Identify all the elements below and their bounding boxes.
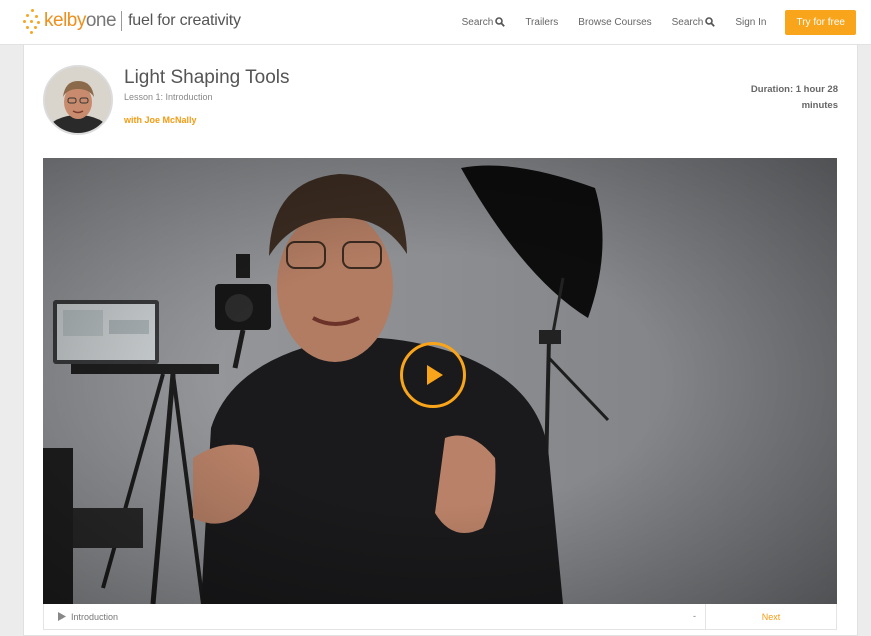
search-icon — [495, 17, 506, 27]
nav-trailers[interactable]: Trailers — [525, 17, 558, 28]
nav-search-label: Search — [461, 16, 494, 28]
search-icon — [705, 17, 716, 27]
nav-search-2[interactable]: Search — [672, 17, 716, 28]
logo-dots-icon — [22, 7, 42, 35]
play-small-icon — [58, 612, 66, 621]
logo-tagline: fuel for creativity — [128, 12, 241, 29]
video-play-button[interactable] — [400, 342, 466, 408]
lesson-subtitle: Lesson 1: Introduction — [124, 92, 213, 102]
nav-browse-courses[interactable]: Browse Courses — [578, 17, 651, 28]
nav-search-label: Search — [671, 16, 704, 28]
main-nav: Search Trailers Browse Courses Search Si… — [442, 0, 871, 44]
try-for-free-button[interactable]: Try for free — [785, 9, 856, 35]
kelbyone-logo[interactable]: kelbyone fuel for creativity — [22, 6, 241, 36]
instructor-name[interactable]: with Joe McNally — [124, 115, 197, 125]
instructor-avatar — [43, 65, 113, 135]
lesson-bar: Introduction - Next — [43, 604, 837, 630]
collapse-toggle[interactable]: - — [693, 611, 696, 621]
logo-divider — [121, 11, 123, 31]
nav-search-1[interactable]: Search — [462, 17, 506, 28]
top-nav-bar: kelbyone fuel for creativity Search Trai… — [0, 0, 871, 45]
course-title: Light Shaping Tools — [124, 67, 290, 88]
nav-sign-in[interactable]: Sign In — [735, 17, 766, 28]
logo-wordmark: kelbyone — [44, 10, 117, 31]
current-lesson-label: Introduction — [71, 612, 119, 622]
next-lesson-button[interactable]: Next — [706, 604, 836, 629]
course-duration: Duration: 1 hour 28 minutes — [750, 84, 838, 111]
course-card: Light Shaping Tools Lesson 1: Introducti… — [23, 45, 858, 636]
video-player[interactable] — [43, 158, 837, 604]
playlist-toggle[interactable]: Introduction - — [44, 604, 706, 629]
play-icon — [427, 365, 443, 385]
